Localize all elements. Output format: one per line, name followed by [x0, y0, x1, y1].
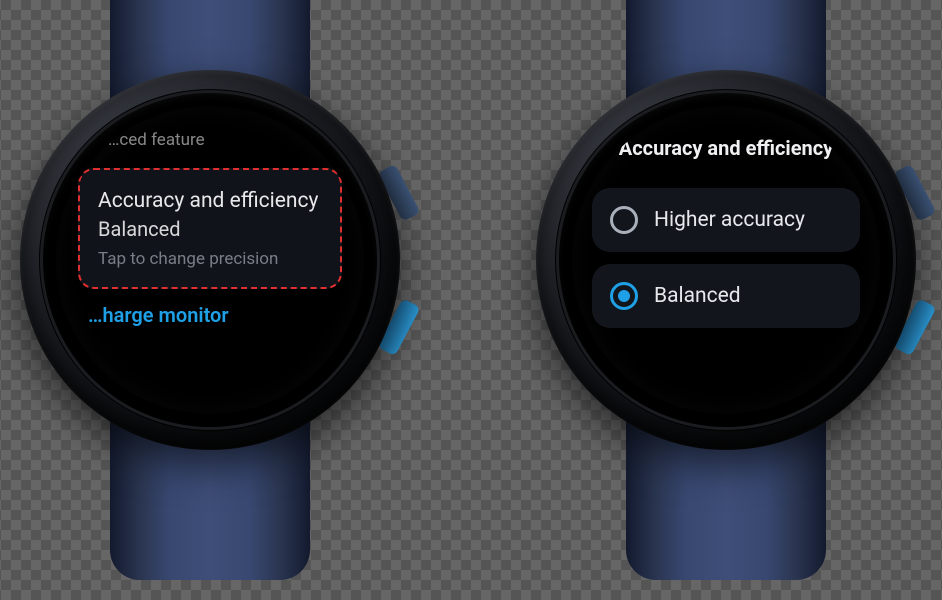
option-label: Balanced	[654, 284, 741, 308]
smartwatch-left: …ced feature Accuracy and efficiency Bal…	[5, 0, 415, 580]
watch-screen-settings: …ced feature Accuracy and efficiency Bal…	[56, 106, 364, 414]
watch-screen-accuracy-options: Accuracy and efficiency Higher accuracy …	[572, 106, 880, 414]
setting-charge-monitor[interactable]: …harge monitor	[78, 303, 342, 327]
watch-case: Accuracy and efficiency Higher accuracy …	[536, 70, 916, 450]
setting-hint: Tap to change precision	[98, 249, 322, 269]
setting-title: Accuracy and efficiency	[98, 188, 322, 215]
option-balanced[interactable]: Balanced	[592, 264, 860, 328]
radio-icon-selected	[610, 282, 638, 310]
watch-case: …ced feature Accuracy and efficiency Bal…	[20, 70, 400, 450]
option-higher-accuracy[interactable]: Higher accuracy	[592, 188, 860, 252]
setting-current-value: Balanced	[98, 217, 322, 241]
smartwatch-right: Accuracy and efficiency Higher accuracy …	[521, 0, 931, 580]
page-title: Accuracy and efficiency	[592, 136, 860, 160]
radio-icon	[610, 206, 638, 234]
option-label: Higher accuracy	[654, 208, 805, 232]
setting-accuracy-efficiency[interactable]: Accuracy and efficiency Balanced Tap to …	[78, 168, 342, 289]
